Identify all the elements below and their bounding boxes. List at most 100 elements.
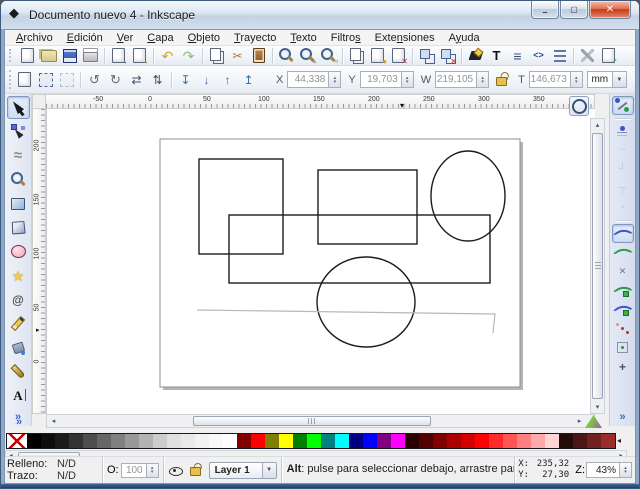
paste[interactable] [249,46,268,65]
canvas-corner-button[interactable] [569,96,589,116]
import-document[interactable]: → [109,46,128,65]
palette-swatch[interactable] [489,434,503,448]
opacity-spinbox[interactable]: 100▴▾ [121,463,159,478]
star-tool[interactable]: ★ [7,264,30,287]
snap-paths[interactable] [612,243,634,262]
undo[interactable]: ↶ [158,46,177,65]
snap-nodes[interactable] [612,224,634,243]
menu-edicion[interactable]: Edición [60,30,110,46]
vertical-ruler[interactable]: 200150100500 [32,109,46,414]
new-document[interactable] [18,46,37,65]
unit-dropdown[interactable]: mm ▼ [587,71,627,88]
horizontal-scrollbar[interactable] [46,414,595,428]
zoom-selection[interactable] [277,46,296,65]
snap-bbox-edges[interactable]: ┄ [612,141,634,160]
menu-capa[interactable]: Capa [140,30,180,46]
maximize-button[interactable] [560,1,588,19]
toolbar-grip[interactable] [9,49,14,62]
palette-swatch[interactable] [531,434,545,448]
spiral-tool[interactable]: @ [7,288,30,311]
zoom-drawing[interactable]: ✎ [298,46,317,65]
palette-swatch[interactable] [55,434,69,448]
palette-swatch[interactable] [461,434,475,448]
selector-tool[interactable] [7,96,30,119]
fill-stroke-indicator[interactable]: Relleno:N/D Trazo:N/D [5,457,102,483]
scroll-up-icon[interactable] [591,119,604,131]
spinner-arrows-icon[interactable]: ▴▾ [402,71,414,88]
palette-swatch[interactable] [27,434,41,448]
menu-extensiones[interactable]: Extensiones [368,30,442,46]
palette-swatch[interactable] [125,434,139,448]
duplicate[interactable] [347,46,366,65]
menu-filtros[interactable]: Filtros [324,30,368,46]
palette-swatch[interactable] [475,434,489,448]
text-tool[interactable]: A [7,384,30,407]
canvas[interactable] [46,109,595,414]
pencil-tool[interactable] [7,312,30,335]
paint-bucket-tool[interactable] [7,336,30,359]
palette-swatch[interactable] [265,434,279,448]
fill-stroke-dialog[interactable] [466,46,485,65]
menu-texto[interactable]: Texto [283,30,323,46]
palette-swatch[interactable] [111,434,125,448]
cut[interactable]: ✂ [228,46,247,65]
snapbar-overflow[interactable]: » [616,411,628,423]
unlink-clone[interactable]: ✕ [389,46,408,65]
palette-swatch[interactable] [321,434,335,448]
zoom-page[interactable]: ▫ [319,46,338,65]
x-field[interactable]: 44,338▴▾ [287,71,341,88]
t-field[interactable]: 146,673▴▾ [529,71,583,88]
zoom-spinbox[interactable]: 43%▴▾ [586,462,632,478]
spinner-arrows-icon[interactable]: ▴▾ [571,71,583,88]
layer-visibility-eye-icon[interactable] [168,463,183,478]
palette-swatch[interactable] [181,434,195,448]
snap-enable[interactable] [612,96,634,115]
raise[interactable]: ↑ [218,70,237,89]
palette-swatch[interactable] [167,434,181,448]
snap-cusp-nodes[interactable] [612,281,634,300]
rotate-cw[interactable]: ↻ [106,70,125,89]
snap-rotation-centers[interactable]: + [612,357,634,376]
open-document[interactable] [39,46,58,65]
spinner-arrows-icon[interactable]: ▴▾ [147,463,159,478]
palette-swatch[interactable] [69,434,83,448]
scroll-right-icon[interactable] [573,415,586,427]
layers-dialog[interactable]: ≡ [508,46,527,65]
palette-swatch[interactable] [223,434,237,448]
horizontal-scroll-thumb[interactable] [193,416,431,426]
palette-swatch[interactable] [447,434,461,448]
palette-swatch[interactable] [363,434,377,448]
snap-smooth-nodes[interactable] [612,300,634,319]
vertical-scroll-thumb[interactable] [592,133,603,399]
snap-object-centers[interactable] [612,338,634,357]
deselect[interactable] [57,70,76,89]
ellipse-tool[interactable] [7,240,30,263]
palette-swatch[interactable] [391,434,405,448]
palette-swatch[interactable] [335,434,349,448]
horizontal-ruler[interactable]: -50050100150200250300350 [46,94,595,109]
calligraphy-tool[interactable] [7,360,30,383]
palette-swatch[interactable] [377,434,391,448]
preferences[interactable] [578,46,597,65]
lock-ratio-button[interactable] [493,72,509,88]
chevron-down-icon[interactable]: ▼ [262,463,276,478]
select-all[interactable] [15,70,34,89]
snap-midpoints[interactable] [612,319,634,338]
palette-swatch[interactable] [7,434,27,448]
y-field[interactable]: 19,703▴▾ [360,71,414,88]
palette-swatch[interactable] [83,434,97,448]
scroll-left-icon[interactable] [47,415,60,427]
palette-swatch[interactable] [419,434,433,448]
create-clone[interactable]: ● [368,46,387,65]
palette-swatch[interactable] [545,434,559,448]
minimize-button[interactable] [531,1,559,19]
drawing-svg[interactable] [47,109,595,414]
palette-swatch[interactable] [139,434,153,448]
spinner-arrows-icon[interactable]: ▴▾ [329,71,341,88]
node-editor-tool[interactable] [7,120,30,143]
rectangle-tool[interactable] [7,192,30,215]
print-document[interactable] [81,46,100,65]
vertical-scrollbar[interactable] [590,118,605,414]
ungroup[interactable]: ✕ [438,46,457,65]
toolbox-overflow-chevron[interactable]: » [13,416,25,428]
